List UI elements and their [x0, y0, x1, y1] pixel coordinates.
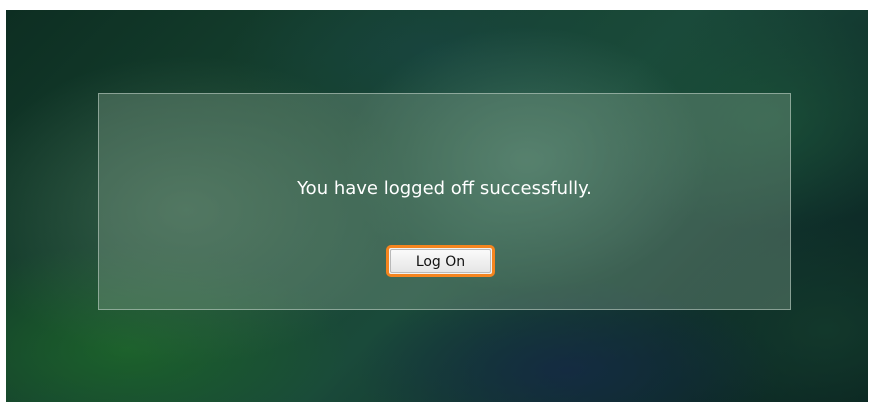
log-on-button-label: Log On [390, 249, 491, 273]
logoff-panel: You have logged off successfully. Log On [98, 93, 791, 310]
background-image: You have logged off successfully. Log On [6, 10, 868, 402]
logoff-message: You have logged off successfully. [297, 178, 592, 199]
log-on-button[interactable]: Log On [386, 245, 495, 277]
page: You have logged off successfully. Log On [0, 0, 874, 403]
